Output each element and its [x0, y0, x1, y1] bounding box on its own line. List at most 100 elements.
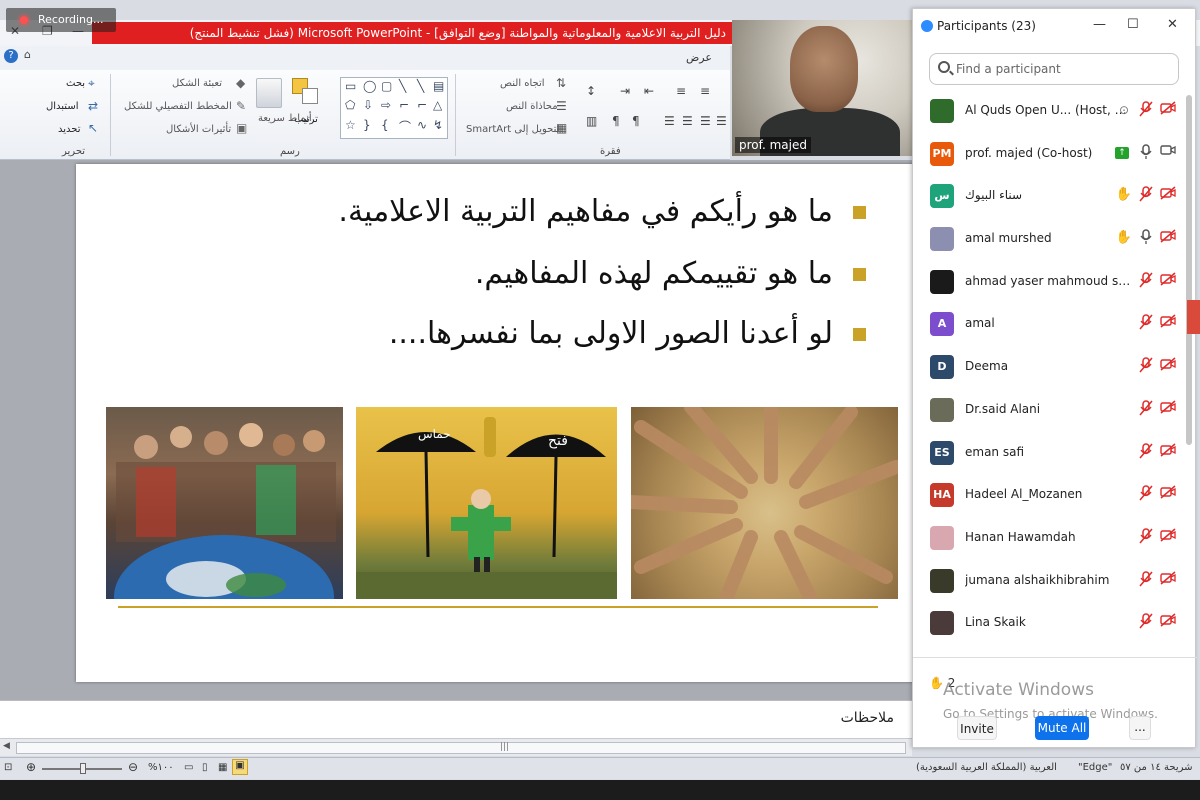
replace-button[interactable]: استبدال: [46, 101, 79, 112]
microphone-muted-icon[interactable]: [1137, 613, 1155, 631]
participant-row[interactable]: Dr.said Alani: [913, 390, 1183, 433]
microphone-icon[interactable]: [1137, 143, 1155, 162]
video-off-icon[interactable]: [1159, 442, 1177, 461]
justify-icon[interactable]: ☰: [664, 114, 675, 128]
numbering-icon[interactable]: ≡: [676, 84, 686, 98]
zoom-in-icon[interactable]: ⊕: [26, 760, 36, 774]
text-direction-button[interactable]: اتجاه النص: [500, 78, 545, 89]
search-input[interactable]: [956, 60, 1171, 78]
rounded-rect-shape-icon[interactable]: ▢: [381, 79, 392, 93]
align-center-icon[interactable]: ☰: [700, 114, 711, 128]
align-right-icon[interactable]: ☰: [716, 114, 727, 128]
participant-row[interactable]: [913, 646, 1183, 653]
video-off-icon[interactable]: [1159, 613, 1177, 631]
microphone-muted-icon[interactable]: [1137, 400, 1155, 418]
collapse-ribbon-icon[interactable]: ⌂: [24, 48, 31, 61]
convert-smartart-button[interactable]: التحويل إلى SmartArt: [466, 124, 562, 135]
columns-icon[interactable]: ▥: [586, 114, 597, 128]
align-text-button[interactable]: محاذاة النص: [506, 101, 558, 112]
scrollbar-thumb[interactable]: [16, 742, 906, 754]
microphone-muted-icon[interactable]: [1137, 485, 1155, 503]
select-button[interactable]: تحديد: [58, 124, 81, 135]
elbow-shape-icon[interactable]: ⌐: [399, 98, 409, 112]
find-button[interactable]: بحث: [66, 78, 85, 89]
arrange-button[interactable]: ترتيب: [294, 114, 318, 125]
microphone-muted-icon[interactable]: [1137, 442, 1155, 461]
fit-window-icon[interactable]: ⊡: [4, 762, 12, 773]
participant-row[interactable]: D Deema: [913, 347, 1183, 390]
mute-all-button[interactable]: Mute All: [1035, 716, 1089, 740]
right-arrow-shape-icon[interactable]: ⇨: [381, 98, 391, 112]
line-spacing-icon[interactable]: ↕: [586, 84, 596, 98]
participant-scrollbar[interactable]: [1185, 91, 1193, 651]
microphone-icon[interactable]: [1137, 229, 1155, 247]
status-language[interactable]: العربية (المملكة العربية السعودية): [916, 762, 1057, 773]
participant-row[interactable]: PM prof. majed (Co-host) ↑: [913, 134, 1183, 177]
video-off-icon[interactable]: [1159, 357, 1177, 375]
zoom-level[interactable]: %١٠٠: [148, 762, 174, 773]
arc-shape-icon[interactable]: ⌒: [399, 118, 411, 135]
line-shape-icon[interactable]: ╲: [399, 79, 406, 93]
microphone-muted-icon[interactable]: [1137, 272, 1155, 290]
curve-shape-icon[interactable]: ∿: [417, 118, 427, 132]
shape-fill-button[interactable]: تعبئة الشكل: [172, 78, 222, 89]
oval-shape-icon[interactable]: ◯: [363, 79, 376, 93]
slide[interactable]: ما هو رأيكم في مفاهيم التربية الاعلامية.…: [76, 164, 916, 682]
tab-view[interactable]: عرض: [686, 51, 712, 64]
microphone-muted-icon[interactable]: [1137, 314, 1155, 332]
triangle-shape-icon[interactable]: △: [433, 98, 442, 112]
zoom-out-icon[interactable]: ⊖: [128, 760, 138, 774]
align-left-icon[interactable]: ☰: [682, 114, 693, 128]
star-shape-icon[interactable]: ☆: [345, 118, 356, 132]
microphone-muted-icon[interactable]: [1137, 101, 1155, 119]
participant-row[interactable]: Hanan Hawamdah: [913, 518, 1183, 561]
video-off-icon[interactable]: [1159, 229, 1177, 247]
video-off-icon[interactable]: [1159, 314, 1177, 332]
video-off-icon[interactable]: [1159, 400, 1177, 418]
participant-row[interactable]: Aamal: [913, 304, 1183, 347]
microphone-muted-icon[interactable]: [1137, 528, 1155, 546]
recording-indicator[interactable]: Recording...: [6, 8, 116, 32]
rtl-icon[interactable]: ¶: [612, 114, 620, 128]
brace2-shape-icon[interactable]: {: [381, 118, 389, 132]
video-off-icon[interactable]: [1159, 485, 1177, 503]
search-box[interactable]: [929, 53, 1179, 85]
horizontal-scrollbar[interactable]: ◀ |||: [0, 738, 912, 756]
freeform-shape-icon[interactable]: ↯: [433, 118, 443, 132]
rectangle-shape-icon[interactable]: ▭: [345, 79, 356, 93]
shape-outline-button[interactable]: المخطط التفصيلي للشكل: [124, 101, 232, 112]
shapes-gallery[interactable]: ▭ ◯ ▢ ╲ ╲ ▤ ⬠ ⇩ ⇨ ⌐ ⌐ △ ☆ } { ⌒ ∿ ↯: [340, 77, 448, 139]
participant-row[interactable]: jumana alshaikhibrahim: [913, 561, 1183, 604]
participant-row[interactable]: ahmad yaser mahmoud salag...: [913, 262, 1183, 305]
invite-button[interactable]: Invite: [957, 716, 997, 740]
brace-shape-icon[interactable]: }: [363, 118, 371, 132]
participant-row[interactable]: HA Hadeel Al_Mozanen: [913, 475, 1183, 518]
line2-shape-icon[interactable]: ╲: [417, 79, 424, 93]
video-tile[interactable]: prof. majed: [732, 20, 912, 156]
video-off-icon[interactable]: [1159, 528, 1177, 546]
sorter-view-icon[interactable]: ▦: [218, 762, 227, 773]
elbow2-shape-icon[interactable]: ⌐: [417, 98, 427, 112]
maximize-icon[interactable]: ☐: [1127, 17, 1139, 32]
pentagon-shape-icon[interactable]: ⬠: [345, 98, 355, 112]
video-off-icon[interactable]: [1159, 570, 1177, 589]
video-off-icon[interactable]: [1159, 272, 1177, 290]
video-off-icon[interactable]: [1159, 186, 1177, 204]
scroll-left-icon[interactable]: ◀: [3, 741, 10, 751]
help-icon[interactable]: ?: [4, 49, 18, 63]
zoom-slider-thumb[interactable]: [80, 763, 86, 774]
microphone-muted-icon[interactable]: [1137, 186, 1155, 204]
participant-row[interactable]: Al Quds Open U... (Host, me) ⊙: [913, 91, 1183, 134]
bullets-icon[interactable]: ≡: [700, 84, 710, 98]
reading-view-icon[interactable]: ▯: [202, 762, 208, 773]
minimize-icon[interactable]: —: [1093, 17, 1106, 32]
participant-row[interactable]: س سناء البيوك ✋: [913, 176, 1183, 219]
participant-row[interactable]: Lina Skaik: [913, 603, 1183, 646]
shape-effects-button[interactable]: تأثيرات الأشكال: [166, 124, 231, 135]
indent-icon[interactable]: ⇥: [620, 84, 630, 98]
participant-row[interactable]: amal murshed ✋: [913, 219, 1183, 262]
notes-pane[interactable]: ملاحظات: [0, 700, 912, 738]
participant-row[interactable]: ES eman safi: [913, 433, 1183, 476]
more-options-button[interactable]: ...: [1129, 716, 1151, 740]
ltr-icon[interactable]: ¶: [632, 114, 640, 128]
